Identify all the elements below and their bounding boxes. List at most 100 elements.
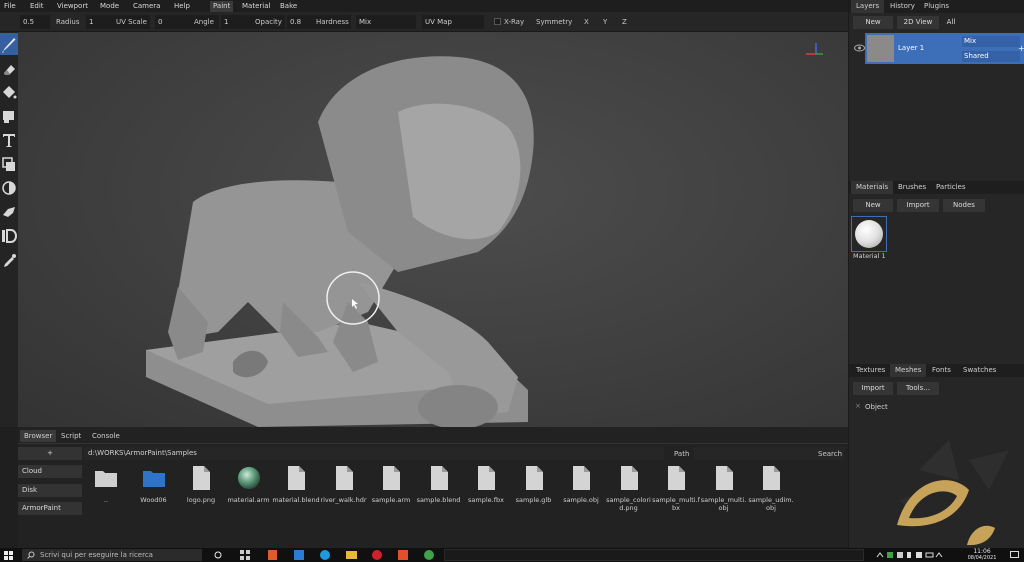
workspace-tab-bake[interactable]: Bake [280,1,297,12]
file-item[interactable]: material.arm [225,465,273,504]
file-item[interactable]: .. [82,465,130,504]
folder-icon [95,471,117,487]
2d-view-button[interactable]: 2D View [897,16,939,29]
file-item[interactable]: sample.fbx [462,465,510,504]
file-item[interactable]: logo.png [177,465,225,504]
import-material-button[interactable]: Import [897,199,939,212]
taskbar-search-box[interactable]: Scrivi qui per eseguire la ricerca [22,549,202,561]
new-layer-button[interactable]: New [853,16,893,29]
add-location-button[interactable]: + [18,447,82,460]
import-mesh-button[interactable]: Import [853,382,893,395]
layer-name[interactable]: Layer 1 [898,44,924,52]
task-view-icon[interactable] [214,551,222,559]
taskbar-app-icon-1[interactable] [268,550,277,560]
taskbar-apps-icon[interactable] [240,550,250,560]
tab-particles[interactable]: Particles [931,181,971,194]
symmetry-x-toggle[interactable]: X [584,15,589,29]
file-item[interactable]: sample.glb [510,465,558,504]
edge-icon[interactable] [320,550,330,560]
tab-brushes[interactable]: Brushes [893,181,931,194]
layer-filter-all[interactable]: All [941,16,961,29]
tab-materials[interactable]: Materials [851,181,894,194]
tab-textures[interactable]: Textures [851,364,890,377]
taskbar-clock[interactable]: 11:06 08/04/2021 [964,548,1000,562]
tab-history[interactable]: History [885,0,920,13]
symmetry-y-toggle[interactable]: Y [603,15,607,29]
file-item[interactable]: sample_multi.obj [700,465,748,512]
notification-icon[interactable] [1010,551,1019,559]
layer-row-layer-1[interactable]: Layer 1 Mix Shared + [865,33,1024,64]
symmetry-z-toggle[interactable]: Z [622,15,627,29]
menu-edit[interactable]: Edit [30,1,44,12]
location-cloud[interactable]: Cloud [18,465,82,478]
workspace-tab-material[interactable]: Material [242,1,270,12]
tab-swatches[interactable]: Swatches [958,364,1001,377]
file-item[interactable]: sample.obj [557,465,605,504]
tab-console[interactable]: Console [88,430,124,442]
layer-add-button[interactable]: + [1018,44,1024,53]
tab-browser[interactable]: Browser [20,430,57,442]
menu-help[interactable]: Help [174,1,190,12]
tab-script[interactable]: Script [57,430,85,442]
eraser-tool[interactable] [0,57,18,79]
search-icon [27,551,35,559]
decal-tool[interactable] [0,105,18,127]
menu-file[interactable]: File [4,1,16,12]
path-label: Path [674,450,690,458]
search-label: Search [818,450,843,458]
tab-plugins[interactable]: Plugins [919,0,954,13]
xray-checkbox[interactable] [494,18,501,25]
material-slot-1[interactable] [851,216,887,252]
opera-icon[interactable] [372,550,382,560]
fill-tool[interactable] [0,81,18,103]
mesh-object-item[interactable]: Object [865,403,888,411]
mesh-tools-button[interactable]: Tools... [897,382,939,395]
tab-layers[interactable]: Layers [851,0,885,13]
menu-viewport[interactable]: Viewport [57,1,88,12]
file-item[interactable]: sample_colorid.png [605,465,653,512]
file-name: material.arm [227,496,270,504]
uvmap-select[interactable]: UV Map [422,15,484,29]
layer-shared-select[interactable]: Shared [962,51,1020,62]
active-window-button[interactable] [444,549,864,561]
chrome-icon[interactable] [424,550,434,560]
layer-blend-select[interactable]: Mix [962,36,1020,47]
file-icon [193,466,210,490]
text-tool[interactable] [0,129,18,151]
uvscale-label: UV Scale [116,18,147,26]
workspace-tab-paint[interactable]: Paint [210,1,234,12]
windows-start-icon[interactable] [4,551,13,560]
location-armorpaint[interactable]: ArmorPaint [18,502,82,515]
system-tray-icons[interactable] [876,551,946,559]
menu-camera[interactable]: Camera [133,1,160,12]
file-item[interactable]: material.blend [272,465,320,504]
clone-tool[interactable] [0,153,18,175]
layer-visibility-toggle[interactable] [854,44,865,54]
new-material-button[interactable]: New [853,199,893,212]
tab-fonts[interactable]: Fonts [927,364,956,377]
3d-viewport[interactable] [18,32,848,427]
location-disk[interactable]: Disk [18,484,82,497]
file-item[interactable]: Wood06 [130,465,178,504]
material-nodes-button[interactable]: Nodes [943,199,985,212]
picker-tool[interactable] [0,249,18,271]
file-item[interactable]: sample.arm [367,465,415,504]
particle-tool[interactable] [0,201,18,223]
file-explorer-icon[interactable] [346,551,357,559]
bake-tool[interactable] [0,225,18,247]
menu-mode[interactable]: Mode [100,1,119,12]
tab-meshes[interactable]: Meshes [890,364,927,377]
mail-icon[interactable] [294,550,304,560]
file-item[interactable]: sample_multi.fbx [652,465,700,512]
brush-strength-field[interactable]: 0.5 [20,15,50,29]
blend-select[interactable]: Mix [356,15,416,29]
file-item[interactable]: sample.blend [415,465,463,504]
path-input[interactable]: d:\WORKS\ArmorPaint\Samples [84,447,664,460]
hardness-label: Hardness [316,18,349,26]
file-item[interactable]: sample_udim.obj [747,465,795,512]
object-close-icon[interactable]: × [855,402,861,410]
brush-tool[interactable] [0,33,18,55]
brave-icon[interactable] [398,550,408,560]
blur-tool[interactable] [0,177,18,199]
file-item[interactable]: river_walk.hdr [320,465,368,504]
